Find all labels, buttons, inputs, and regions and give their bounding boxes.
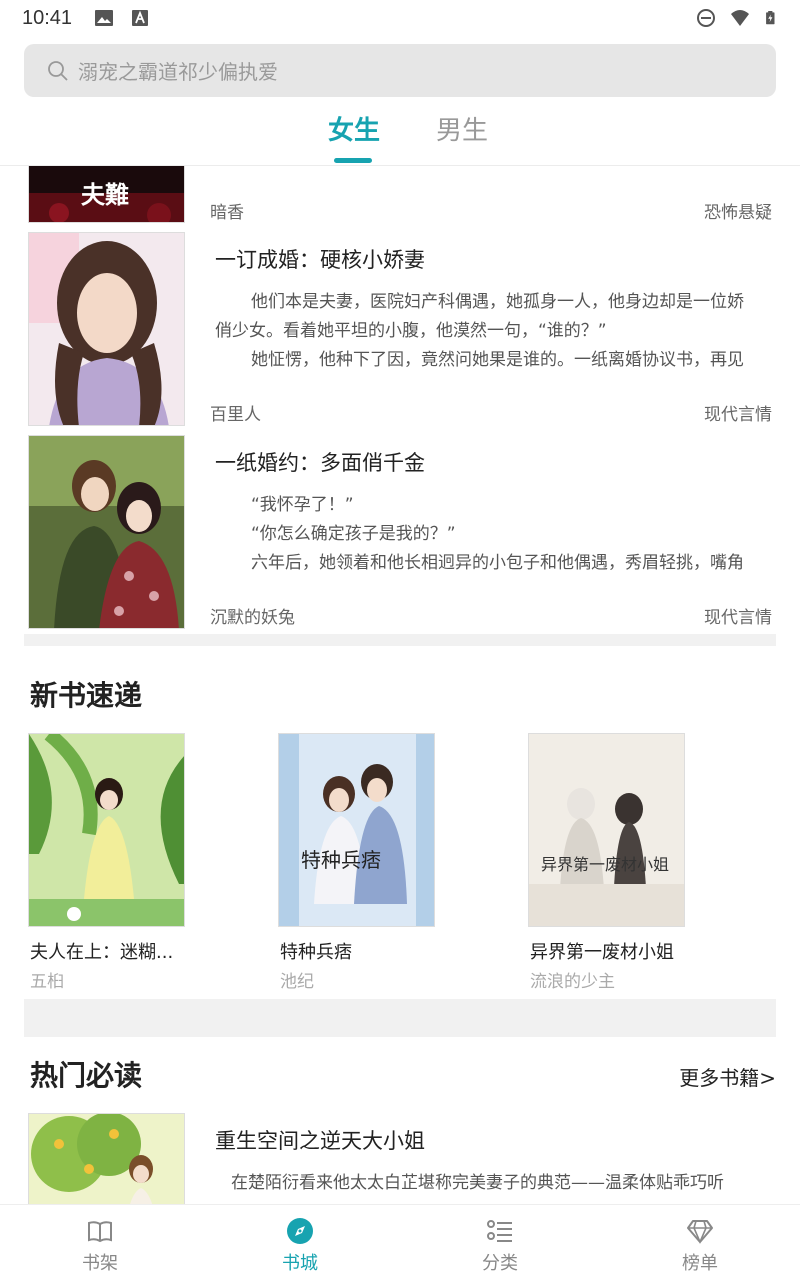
tab-female[interactable]: 女生 (328, 110, 380, 147)
book-cover-title: 特种兵痞 (301, 848, 381, 872)
do-not-disturb-icon (697, 9, 715, 27)
book-author: 沉默的妖兔 (210, 608, 295, 628)
grid-book-author: 五桕 (30, 972, 64, 992)
book-category: 恐怖悬疑 (704, 203, 772, 223)
status-bar: 10:41 (0, 0, 800, 36)
search-placeholder: 溺宠之霸道祁少偏执爱 (78, 60, 278, 84)
gender-tabs: 女生 男生 (0, 100, 800, 166)
diamond-icon (687, 1220, 713, 1245)
status-notification-icons (94, 8, 150, 28)
search-icon (48, 60, 68, 81)
keyboard-notification-icon (132, 10, 149, 26)
search-bar[interactable]: 溺宠之霸道祁少偏执爱 (24, 44, 776, 97)
tab-male[interactable]: 男生 (436, 110, 488, 147)
book-title[interactable]: 一纸婚约：多面俏千金 (215, 447, 425, 477)
book-intro-line: 俏少女。看着她平坦的小腹，他漠然一句，“谁的？” (215, 321, 607, 341)
book-category: 现代言情 (704, 608, 772, 628)
book-author: 百里人 (210, 405, 261, 425)
section-title-hot-reads: 热门必读 (30, 1059, 143, 1092)
book-intro: 在楚陌衍看来他太太白芷堪称完美妻子的典范——温柔体贴乖巧听 (215, 1169, 775, 1198)
bookstore-feed[interactable]: 夫難 暗香 恐怖悬疑 一订成婚：硬核小娇妻 他们本是夫妻，医院妇产科偶遇，她孤身… (0, 166, 800, 1204)
nav-label: 分类 (482, 1253, 518, 1274)
book-cover[interactable] (28, 733, 185, 927)
wifi-icon (731, 10, 749, 26)
book-cover[interactable] (28, 232, 185, 426)
book-category: 现代言情 (704, 405, 772, 425)
nav-label: 书架 (82, 1253, 118, 1274)
grid-book-author: 流浪的少主 (530, 972, 615, 992)
bottom-navigation: 书架 书城 分类 榜单 (0, 1204, 800, 1280)
grid-book-author: 池纪 (280, 972, 314, 992)
book-icon (88, 1221, 112, 1243)
book-cover[interactable]: 夫難 (28, 166, 185, 223)
section-title-new-books: 新书速递 (30, 679, 143, 712)
book-intro-line: 他们本是夫妻，医院妇产科偶遇，她孤身一人，他身边却是一位娇 (251, 292, 744, 312)
book-title[interactable]: 一订成婚：硬核小娇妻 (215, 244, 425, 274)
status-system-icons (696, 8, 778, 28)
book-intro-line: “我怀孕了！” (251, 495, 354, 515)
book-intro-line: 她怔愣，他种下了因，竟然问她果是谁的。一纸离婚协议书，再见 (251, 350, 744, 370)
book-title[interactable]: 重生空间之逆天大小姐 (215, 1125, 425, 1155)
tab-active-indicator (334, 158, 372, 163)
more-books-link[interactable]: 更多书籍> (679, 1062, 776, 1091)
battery-icon (766, 11, 775, 25)
section-divider (24, 634, 776, 646)
status-time: 10:41 (22, 6, 73, 29)
section-divider (24, 999, 776, 1037)
book-cover[interactable]: 特种兵痞 (278, 733, 435, 927)
book-intro-line: 六年后，她领着和他长相迥异的小包子和他偶遇，秀眉轻挑，嘴角 (251, 553, 744, 573)
grid-book-title[interactable]: 夫人在上：迷糊... (30, 938, 186, 964)
book-cover-title: 异界第一废材小姐 (541, 855, 670, 874)
book-intro-line: 在楚陌衍看来他太太白芷堪称完美妻子的典范——温柔体贴乖巧听 (231, 1173, 724, 1193)
nav-label: 榜单 (682, 1253, 718, 1274)
grid-book-title[interactable]: 特种兵痞 (280, 938, 436, 964)
book-cover-title: 夫難 (81, 180, 129, 209)
book-intro: “我怀孕了！” “你怎么确定孩子是我的？” 六年后，她领着和他长相迥异的小包子和… (215, 491, 775, 578)
image-notification-icon (95, 10, 114, 26)
book-cover[interactable] (28, 435, 185, 629)
nav-label: 书城 (282, 1253, 318, 1274)
nav-item-category[interactable]: 分类 (400, 1205, 600, 1280)
grid-book-title[interactable]: 异界第一废材小姐 (530, 938, 686, 964)
compass-icon (287, 1218, 313, 1244)
book-cover[interactable]: 异界第一废材小姐 (528, 733, 685, 927)
list-icon (487, 1220, 512, 1242)
nav-item-bookstore[interactable]: 书城 (200, 1205, 400, 1280)
book-cover[interactable] (28, 1113, 185, 1204)
book-intro-line: “你怎么确定孩子是我的？” (251, 524, 456, 544)
book-intro: 他们本是夫妻，医院妇产科偶遇，她孤身一人，他身边却是一位娇 俏少女。看着她平坦的… (215, 288, 775, 375)
nav-item-bookshelf[interactable]: 书架 (0, 1205, 200, 1280)
book-author: 暗香 (210, 203, 244, 223)
nav-item-ranking[interactable]: 榜单 (600, 1205, 800, 1280)
